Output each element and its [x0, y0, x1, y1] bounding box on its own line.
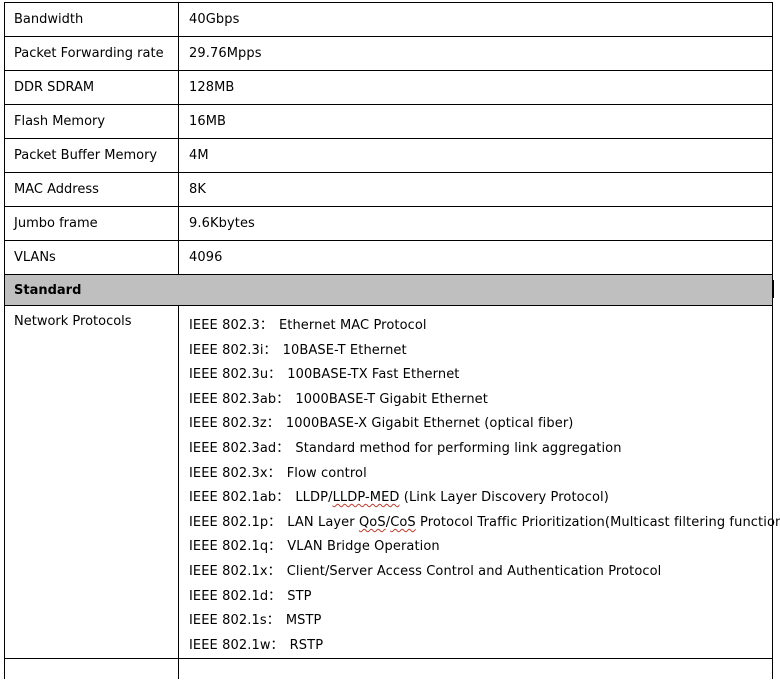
protocol-description: 10BASE-T Ethernet: [282, 342, 407, 358]
protocol-description: 100BASE-TX Fast Ethernet: [287, 367, 460, 383]
protocol-description: Client/Server Access Control and Authent…: [286, 563, 662, 579]
protocol-item: IEEE 802.3ab： 1000BASE-T Gigabit Ethernet: [189, 388, 763, 413]
spec-row-bandwidth: Bandwidth 40Gbps: [4, 2, 773, 37]
spec-value: 29.76Mpps: [178, 36, 773, 71]
page-edge-marker: [772, 280, 774, 298]
spec-label: VLANs: [4, 240, 179, 275]
standard-section-header: Standard: [4, 274, 773, 306]
spec-row-ddr-sdram: DDR SDRAM 128MB: [4, 70, 773, 105]
spec-value: 4M: [178, 138, 773, 173]
protocol-item: IEEE 802.3x： Flow control: [189, 462, 763, 487]
protocol-description: MSTP: [285, 613, 322, 629]
spec-table-body: Bandwidth 40Gbps Packet Forwarding rate …: [4, 2, 780, 680]
spec-row-packet-buffer: Packet Buffer Memory 4M: [4, 138, 773, 173]
spec-row-mac-address: MAC Address 8K: [4, 172, 773, 207]
protocol-description: Ethernet MAC Protocol: [278, 318, 427, 333]
empty-cell: [178, 658, 773, 680]
protocol-code: IEEE 802.1ab：: [189, 490, 290, 506]
protocol-description: Flow control: [286, 465, 367, 481]
spec-value: 16MB: [178, 104, 773, 139]
spec-label: Packet Forwarding rate: [4, 36, 179, 71]
spec-label: Jumbo frame: [4, 206, 179, 241]
protocol-item: IEEE 802.3z： 1000BASE-X Gigabit Ethernet …: [189, 412, 763, 437]
protocol-description: STP: [287, 588, 312, 604]
protocol-description: LAN Layer QoS/CoS Protocol Traffic Prior…: [287, 514, 780, 530]
protocol-code: IEEE 802.1p：: [189, 514, 282, 530]
protocol-description: 1000BASE-X Gigabit Ethernet (optical fib…: [285, 416, 574, 432]
protocol-code: IEEE 802.1x：: [189, 563, 281, 579]
protocol-code: IEEE 802.3：: [189, 318, 273, 333]
protocol-code: IEEE 802.3x：: [189, 465, 281, 481]
table-bottom-row: [4, 658, 773, 680]
protocol-item: IEEE 802.1d： STP: [189, 585, 763, 610]
network-protocols-label: Network Protocols: [4, 304, 179, 660]
protocol-description: LLDP/LLDP-MED (Link Layer Discovery Prot…: [295, 490, 609, 506]
spec-table: Bandwidth 40Gbps Packet Forwarding rate …: [4, 2, 780, 680]
spec-value: 8K: [178, 172, 773, 207]
empty-cell: [4, 658, 179, 680]
protocol-item: IEEE 802.3： Ethernet MAC Protocol: [189, 314, 763, 339]
protocol-item: IEEE 802.1s： MSTP: [189, 609, 763, 634]
protocol-code: IEEE 802.3ad：: [189, 440, 290, 456]
protocol-code: IEEE 802.3z：: [189, 416, 280, 432]
protocol-code: IEEE 802.1d：: [189, 588, 282, 604]
protocol-item: IEEE 802.3u： 100BASE-TX Fast Ethernet: [189, 363, 763, 388]
protocol-code: IEEE 802.1q：: [189, 539, 282, 555]
spec-row-forwarding-rate: Packet Forwarding rate 29.76Mpps: [4, 36, 773, 71]
spec-row-vlans: VLANs 4096: [4, 240, 773, 275]
protocol-code: IEEE 802.1w：: [189, 637, 284, 653]
protocol-list: IEEE 802.3： Ethernet MAC Protocol IEEE 802…: [189, 306, 780, 659]
spec-label: DDR SDRAM: [4, 70, 179, 105]
protocol-item: IEEE 802.1q： VLAN Bridge Operation: [189, 535, 763, 560]
protocol-code: IEEE 802.1s：: [189, 613, 280, 629]
spec-label: Packet Buffer Memory: [4, 138, 179, 173]
spec-value: 4096: [178, 240, 773, 275]
protocol-item: IEEE 802.3i： 10BASE-T Ethernet: [189, 339, 763, 364]
spec-value: 9.6Kbytes: [178, 206, 773, 241]
protocol-description: RSTP: [289, 637, 324, 653]
protocol-description: 1000BASE-T Gigabit Ethernet: [295, 391, 488, 407]
protocol-item: IEEE 802.1p： LAN Layer QoS/CoS Protocol T…: [189, 511, 780, 536]
protocol-item: IEEE 802.1x： Client/Server Access Control…: [189, 560, 763, 585]
protocol-item: IEEE 802.1w： RSTP: [189, 634, 763, 659]
protocol-item: IEEE 802.1ab： LLDP/LLDP-MED (Link Layer D…: [189, 486, 763, 511]
spec-label: Bandwidth: [4, 2, 179, 37]
network-protocols-row: Network Protocols IEEE 802.3： Ethernet MA…: [4, 304, 780, 660]
protocol-description: Standard method for performing link aggr…: [295, 440, 622, 456]
spec-row-flash-memory: Flash Memory 16MB: [4, 104, 773, 139]
protocol-description: VLAN Bridge Operation: [287, 539, 440, 555]
spec-label: MAC Address: [4, 172, 179, 207]
protocol-item: IEEE 802.3ad： Standard method for perform…: [189, 437, 763, 462]
protocol-code: IEEE 802.3u：: [189, 367, 282, 383]
protocol-code: IEEE 802.3i：: [189, 342, 277, 358]
standard-header-label: Standard: [4, 274, 773, 306]
spec-value: 128MB: [178, 70, 773, 105]
spec-row-jumbo-frame: Jumbo frame 9.6Kbytes: [4, 206, 773, 241]
network-protocols-cell: IEEE 802.3： Ethernet MAC Protocol IEEE 802…: [178, 304, 780, 660]
spec-label: Flash Memory: [4, 104, 179, 139]
protocol-code: IEEE 802.3ab：: [189, 391, 290, 407]
spec-value: 40Gbps: [178, 2, 773, 37]
